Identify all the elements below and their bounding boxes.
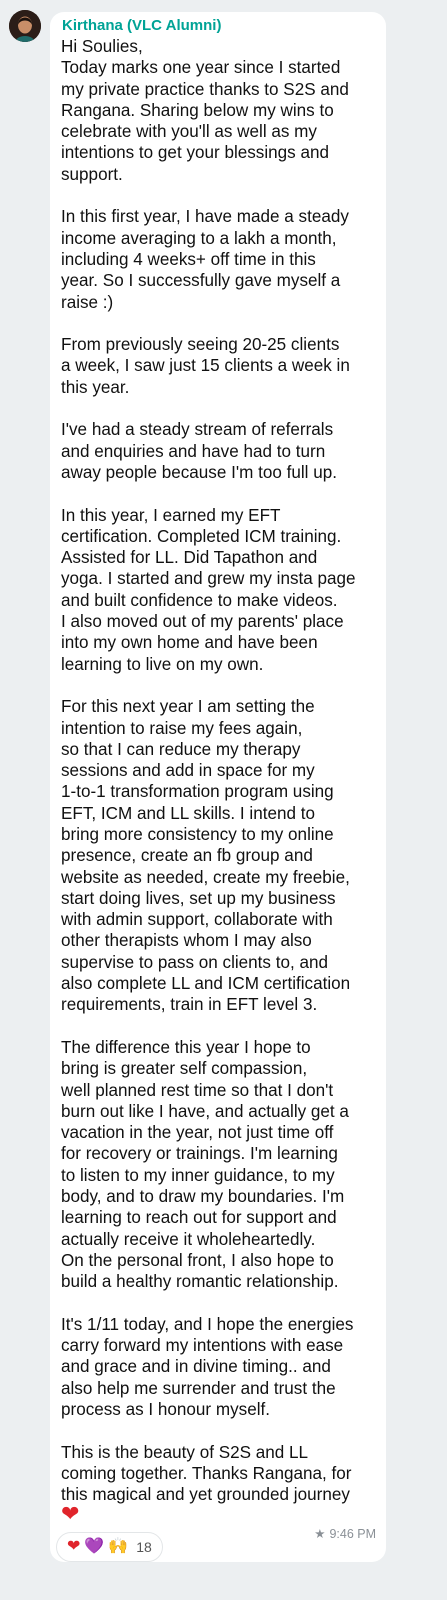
avatar-image [9, 10, 41, 42]
message-time: 9:46 PM [329, 1527, 376, 1541]
heart-emoji: ❤ [61, 1501, 80, 1526]
avatar[interactable] [9, 10, 41, 42]
message-bubble[interactable]: Kirthana (VLC Alumni) Hi Soulies, Today … [50, 12, 386, 1562]
reaction-count: 18 [136, 1539, 152, 1555]
purple-heart-reaction-icon: 💜 [84, 1538, 105, 1555]
reactions-bar[interactable]: ❤ 💜 🙌 18 [56, 1532, 163, 1562]
raised-hands-reaction-icon: 🙌 [108, 1538, 129, 1555]
message-meta: ★ 9:46 PM [314, 1526, 376, 1541]
red-heart-reaction-icon: ❤ [67, 1538, 81, 1555]
sender-name[interactable]: Kirthana (VLC Alumni) [62, 17, 221, 34]
message-text: Hi Soulies, Today marks one year since I… [61, 37, 356, 1505]
star-icon: ★ [314, 1527, 326, 1541]
